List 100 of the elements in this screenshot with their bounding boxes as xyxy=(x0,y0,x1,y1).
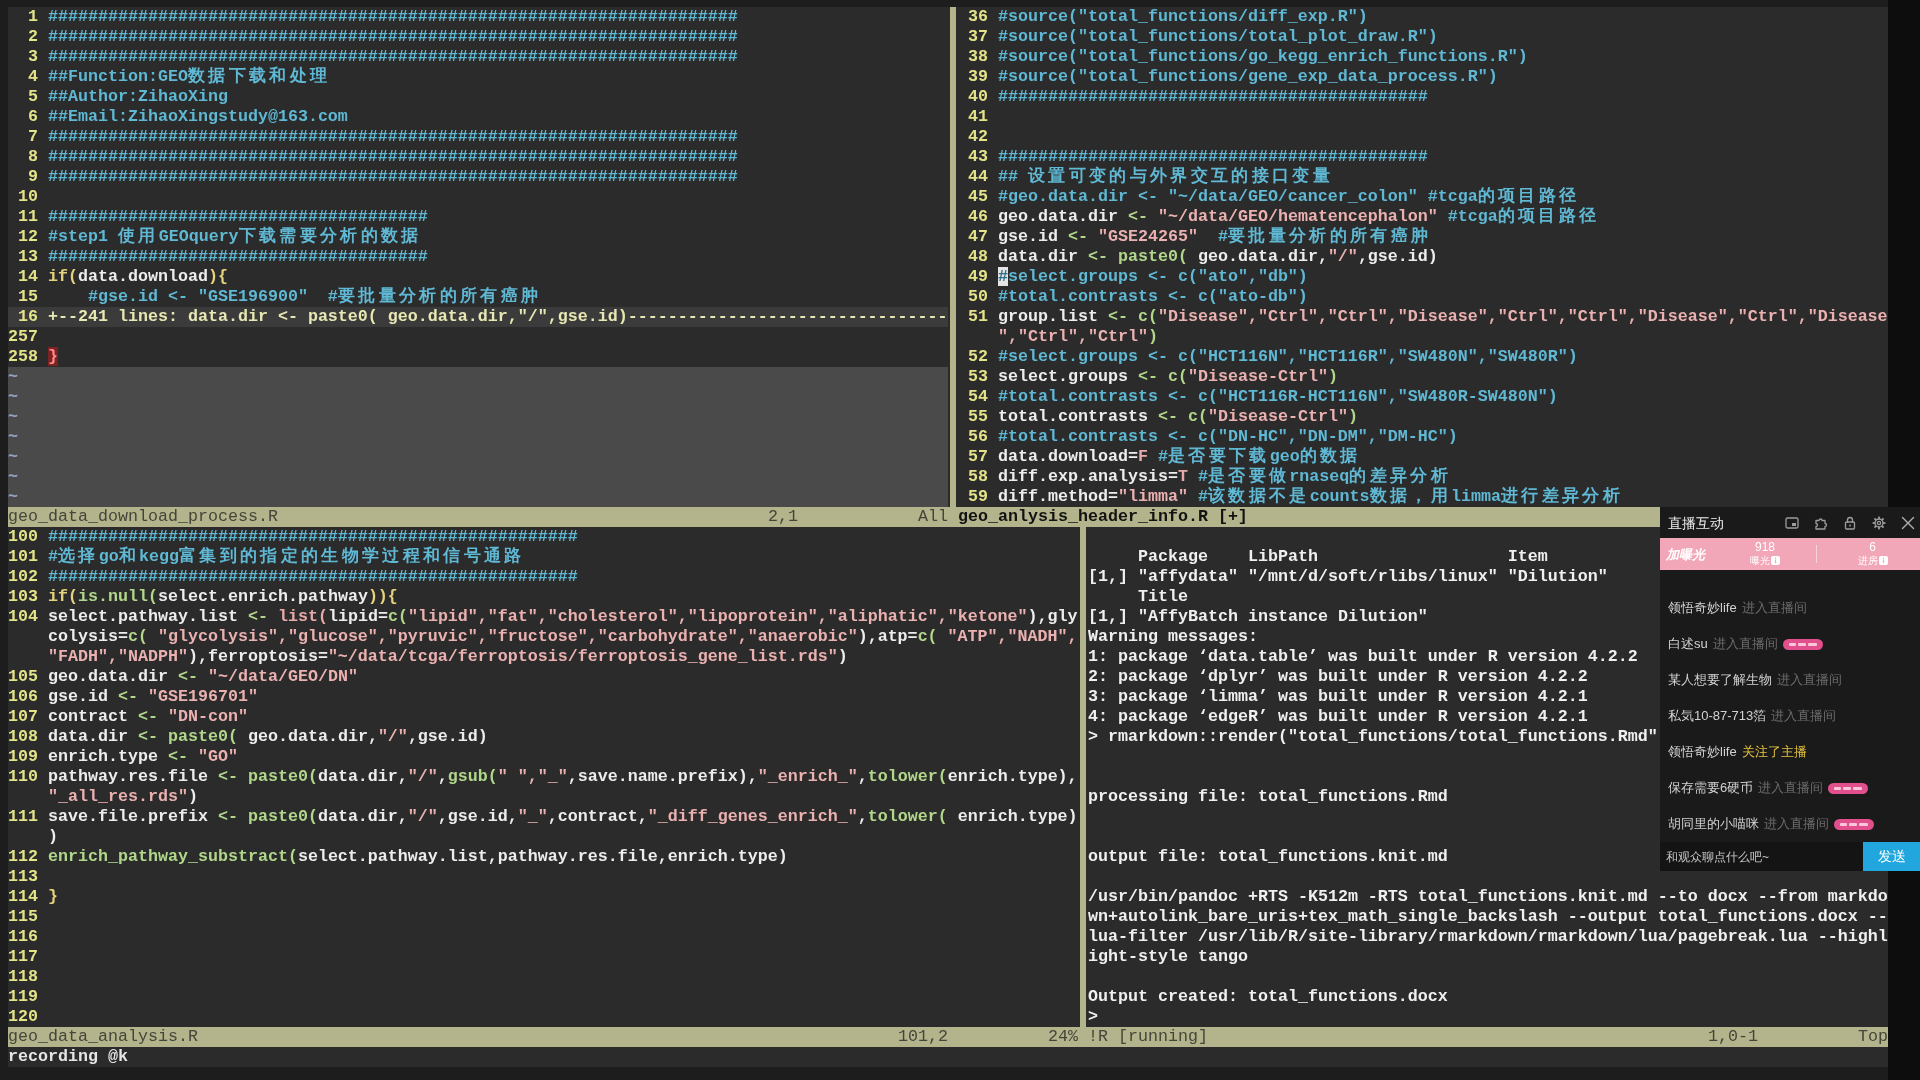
code-line: #total.contrasts <- c("DN-HC","DN-DM","DM-HC") xyxy=(998,427,1458,446)
settings-icon[interactable] xyxy=(1872,515,1886,530)
puzzle-icon[interactable] xyxy=(1814,515,1828,530)
line-number: 108 xyxy=(8,727,38,747)
line-number: 38 xyxy=(968,47,988,67)
stat-value: 6 xyxy=(1869,541,1876,554)
line-number: 102 xyxy=(8,567,38,587)
line-number: 47 xyxy=(968,227,988,247)
scroll-position: All xyxy=(918,507,948,527)
line-number: 49 xyxy=(968,267,988,287)
line-number: 100 xyxy=(8,527,38,547)
chat-action: 进入直播间 xyxy=(1771,708,1837,724)
code-line: #total.contrasts <- c("HCT116R-HCT116N","SW480R-SW480N") xyxy=(998,387,1558,407)
terminal-line: Output created: total_functions.docx xyxy=(1088,987,1448,1007)
terminal-line: > rmarkdown::render("total_functions/total_functions.Rmd" xyxy=(1088,727,1658,747)
chat-username: 私気10-87-713箔 xyxy=(1668,708,1767,724)
line-number: 50 xyxy=(968,287,988,307)
chat-input[interactable]: 和观众聊点什么吧~ xyxy=(1660,842,1863,871)
line-number: 112 xyxy=(8,847,38,867)
line-number: 7 xyxy=(28,127,38,147)
code-line: #source("total_functions/total_plot_draw.R") xyxy=(998,27,1438,47)
line-number: 14 xyxy=(18,267,38,287)
tilde-marker: ~ xyxy=(8,427,18,447)
chat-username: 领悟奇妙life xyxy=(1668,744,1737,760)
code-line: ## 设置可变的与外界交互的接口变量 xyxy=(998,167,1334,187)
line-number: 5 xyxy=(28,87,38,107)
stat-label: 曝光 xyxy=(1750,554,1770,567)
cursor-position: 1,0-1 xyxy=(1708,1027,1758,1047)
chat-action: 进入直播间 xyxy=(1764,816,1829,832)
code-line: contract <- "DN-con" xyxy=(48,707,248,727)
code-line: data.dir <- paste0( geo.data.dir,"/",gse.id) xyxy=(48,727,488,747)
line-number: 116 xyxy=(8,927,38,947)
line-number: 15 xyxy=(18,287,38,307)
terminal-line: > xyxy=(1088,1007,1098,1027)
line-number: 257 xyxy=(8,327,38,347)
code-line: enrich.type <- "GO" xyxy=(48,747,238,767)
lock-icon[interactable] xyxy=(1843,515,1857,530)
terminal-line: /usr/bin/pandoc +RTS -K512m -RTS total_functions.knit.md --to docx --from markdown+autolink_bare_uris+tex_math_single_backslash --output total_functions.docx --lua-filter /usr/lib/R/site-library/rmarkdown/rmarkdown/lua/pagebreak.lua --highlight-style tango xyxy=(1088,887,1888,967)
code-line: #total.contrasts <- c("ato-db") xyxy=(998,287,1308,307)
file-name: geo_data_analysis.R xyxy=(8,1027,198,1047)
code-line: ##################################################################### xyxy=(48,7,738,27)
terminal-line: processing file: total_functions.Rmd xyxy=(1088,787,1448,807)
chat-action: 进入直播间 xyxy=(1758,780,1824,796)
code-line: data.dir <- paste0( geo.data.dir,"/",gse.id) xyxy=(998,247,1438,267)
chat-action: 进入直播间 xyxy=(1741,600,1807,616)
send-button[interactable]: 发送 xyxy=(1863,842,1920,871)
tilde-marker: ~ xyxy=(8,447,18,467)
code-line: ##################################################################### xyxy=(48,27,738,47)
file-name: geo_anlysis_header_info.R [+] xyxy=(958,507,1248,527)
terminal-line: 2: package ‘dplyr’ was built under R version 4.2.2 xyxy=(1088,667,1588,687)
terminal-line: Package LibPath Item xyxy=(1137,547,1548,567)
terminal-line: 3: package ‘limma’ was built under R version 4.2.1 xyxy=(1088,687,1588,707)
stat-value: 918 xyxy=(1755,541,1775,554)
line-number: 13 xyxy=(18,247,38,267)
line-number: 113 xyxy=(8,867,38,887)
code-line: select.pathway.list <- list(lipid=c("lipid","fat","cholesterol","lipoprotein","aliphatic","ketone"),glycolysis=c( "glycolysis","glucose","pyruvic","fructose","carbohydrate","anaerobic"),atp=c( "ATP","NADH","FADH","NADPH"),ferroptosis="~/data/tcga/ferroptosis/ferroptosis_gene_list.rds") xyxy=(48,607,1078,667)
line-number: 118 xyxy=(8,967,38,987)
close-icon[interactable] xyxy=(1901,515,1915,530)
tilde-marker: ~ xyxy=(8,487,18,507)
line-number: 54 xyxy=(968,387,988,407)
line-number: 48 xyxy=(968,247,988,267)
line-number: 258 xyxy=(8,347,38,367)
code-line: #select.groups <- c("ato","db") xyxy=(998,267,1308,287)
code-line: if(is.null(select.enrich.pathway)){ xyxy=(48,587,398,607)
line-number: 1 xyxy=(28,7,38,27)
scroll-position: 24% xyxy=(1048,1027,1078,1047)
chat-username: 领悟奇妙life xyxy=(1668,600,1737,616)
code-line: #source("total_functions/gene_exp_data_process.R") xyxy=(998,67,1498,87)
terminal-line: [1,] "AffyBatch instance Dilution" xyxy=(1088,607,1428,627)
boost-button[interactable]: 加曝光 xyxy=(1666,547,1705,563)
code-line: #source("total_functions/diff_exp.R") xyxy=(998,7,1368,27)
code-line: gse.id <- "GSE196701" xyxy=(48,687,258,707)
line-number: 103 xyxy=(8,587,38,607)
tilde-marker: ~ xyxy=(8,467,18,487)
terminal-line: Title xyxy=(1137,587,1188,607)
cursor-position: 101,2 xyxy=(898,1027,948,1047)
code-line: geo.data.dir <- "~/data/GEO/DN" xyxy=(48,667,358,687)
code-line: ########################################### xyxy=(998,87,1428,107)
tilde-marker: ~ xyxy=(8,387,18,407)
code-line: pathway.res.file <- paste0(data.dir,"/",gsub(" ","_",save.name.prefix),"_enrich_",tolower(enrich.type), "_all_res.rds") xyxy=(48,767,1078,807)
line-number: 107 xyxy=(8,707,38,727)
line-number: 10 xyxy=(18,187,38,207)
stat-label: 进房 xyxy=(1857,554,1878,567)
code-line: ########################################### xyxy=(998,147,1428,166)
line-number: 120 xyxy=(8,1007,38,1027)
line-number: 16 xyxy=(18,307,38,327)
line-number: 44 xyxy=(968,167,988,187)
terminal-line: Warning messages: xyxy=(1088,627,1258,647)
line-number: 51 xyxy=(968,307,988,328)
line-number: 42 xyxy=(968,127,988,147)
code-line: #select.groups <- c("HCT116N","HCT116R","SW480N","SW480R") xyxy=(998,347,1578,367)
tilde-marker: ~ xyxy=(8,407,18,427)
code-line: ##################################################################### xyxy=(48,47,738,66)
line-number: 110 xyxy=(8,767,38,788)
code-line: geo.data.dir <- "~/data/GEO/hematencephalon" #tcga的项目路径 xyxy=(998,207,1600,226)
code-line: ##################################################### xyxy=(48,527,578,546)
line-number: 46 xyxy=(968,207,988,227)
code-line: total.contrasts <- c("Disease-Ctrl") xyxy=(998,407,1358,427)
window-icon[interactable] xyxy=(1785,515,1799,530)
line-number: 119 xyxy=(8,987,38,1007)
